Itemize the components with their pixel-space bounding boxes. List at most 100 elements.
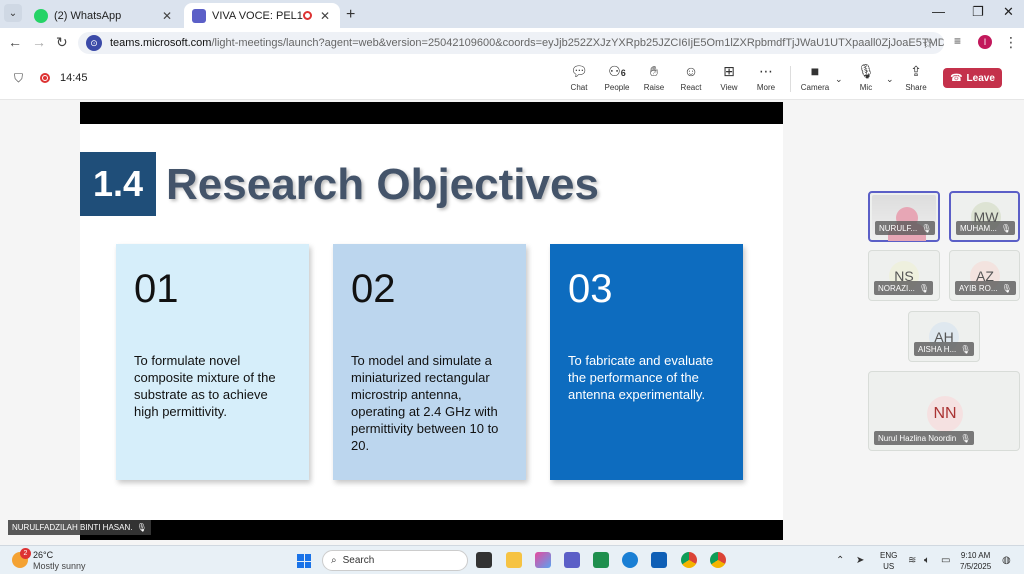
participant-tile[interactable]: NURULF... 🎙︎: [868, 191, 940, 242]
new-tab-button[interactable]: +: [346, 6, 355, 24]
tab-whatsapp[interactable]: (2) WhatsApp ✕: [26, 3, 182, 28]
chat-button[interactable]: 💬︎ Chat: [559, 62, 599, 96]
minimize-icon[interactable]: —: [932, 4, 945, 19]
objective-text: To formulate novel composite mixture of …: [134, 353, 276, 419]
participant-name: Nurul Hazlina Noordin: [878, 433, 957, 443]
objective-text: To fabricate and evaluate the performanc…: [568, 353, 714, 402]
more-label: More: [756, 83, 776, 92]
bookmark-star-icon[interactable]: ☆: [922, 36, 934, 52]
task-view-icon[interactable]: [476, 552, 492, 568]
participant-name-tag: MUHAM... 🎙︎: [956, 221, 1016, 235]
close-tab-icon[interactable]: ✕: [160, 9, 174, 23]
url-input[interactable]: ⊙ teams.microsoft.com/light-meetings/lau…: [78, 32, 944, 54]
meeting-timer: 14:45: [60, 72, 88, 84]
copilot-icon[interactable]: [535, 552, 551, 568]
leave-button[interactable]: ☎ Leave: [943, 68, 1002, 88]
mic-off-icon: 🎙︎: [857, 63, 875, 79]
close-window-icon[interactable]: ✕: [1003, 4, 1014, 20]
taskbar-clock[interactable]: 9:10 AM 7/5/2025: [960, 550, 991, 572]
slide-section-number: 1.4: [80, 152, 156, 216]
people-button[interactable]: ⚇6 People: [597, 62, 637, 96]
people-icon: ⚇6: [608, 63, 626, 79]
tab-search-icon[interactable]: ⌄: [4, 4, 22, 22]
windows-taskbar: 2 26°C Mostly sunny ⌕ Search ⌃ ➤ ENG US …: [0, 545, 1024, 574]
participant-tile[interactable]: MW MUHAM... 🎙︎: [949, 191, 1020, 242]
start-windows-icon[interactable]: [297, 554, 311, 568]
camera-options-chevron-icon[interactable]: ⌄: [835, 74, 843, 85]
tab-title: VIVA VOCE: PEL18001-NURI: [212, 9, 303, 22]
file-explorer-icon[interactable]: [506, 552, 522, 568]
participant-tile[interactable]: NS NORAZI... 🎙︎: [868, 250, 940, 301]
profile-avatar[interactable]: I: [978, 35, 992, 49]
letterbox-bottom: [80, 520, 783, 540]
tab-title: (2) WhatsApp: [54, 9, 122, 22]
reload-icon[interactable]: ↻: [56, 34, 68, 51]
participant-tile[interactable]: AH AISHA H... 🎙︎: [908, 311, 980, 362]
view-button[interactable]: ⊞ View: [709, 62, 749, 96]
chrome-icon[interactable]: [681, 552, 697, 568]
participant-name-tag: AISHA H... 🎙︎: [914, 342, 975, 356]
toolbar-divider: [790, 66, 791, 92]
wifi-icon[interactable]: ≋: [908, 555, 916, 566]
clock-time: 9:10 AM: [960, 551, 991, 560]
react-icon: ☺: [683, 63, 699, 79]
participant-tile[interactable]: NN Nurul Hazlina Noordin 🎙︎: [868, 371, 1020, 451]
objective-card-1: 01 To formulate novel composite mixture …: [116, 244, 309, 480]
react-button[interactable]: ☺ React: [671, 62, 711, 96]
objective-card-3: 03 To fabricate and evaluate the perform…: [550, 244, 743, 480]
objective-number: 02: [351, 267, 396, 311]
whatsapp-icon: [34, 8, 48, 23]
search-label: Search: [342, 555, 375, 566]
browser-menu-icon[interactable]: ⋮: [1004, 34, 1018, 51]
view-label: View: [720, 83, 738, 92]
participant-name-tag: AYIB RO... 🎙︎: [955, 281, 1016, 295]
tab-viva-voce[interactable]: VIVA VOCE: PEL18001-NURI ✕: [184, 3, 340, 28]
avatar: NN: [927, 396, 963, 432]
share-button[interactable]: ⇪ Share: [896, 62, 936, 96]
weather-condition[interactable]: Mostly sunny: [33, 561, 86, 571]
forward-icon[interactable]: →: [32, 34, 46, 50]
mic-options-chevron-icon[interactable]: ⌄: [886, 74, 894, 85]
mic-icon: 🎙︎: [918, 283, 930, 293]
letterbox-top: [80, 102, 783, 124]
objective-card-2: 02 To model and simulate a miniaturized …: [333, 244, 526, 480]
teams-taskbar-icon[interactable]: [564, 552, 580, 568]
mic-icon: 🎙︎: [921, 223, 932, 233]
more-button[interactable]: ⋯ More: [746, 62, 786, 96]
lang-region: US: [883, 562, 895, 571]
weather-temp[interactable]: 26°C: [33, 550, 53, 560]
site-info-icon[interactable]: ⊙: [86, 35, 102, 51]
notification-bell-icon[interactable]: ◍: [1002, 555, 1011, 566]
mic-button[interactable]: 🎙︎ Mic: [846, 62, 886, 96]
outlook-icon[interactable]: [651, 552, 667, 568]
language-indicator[interactable]: ENG US: [880, 550, 897, 572]
objective-number: 03: [568, 267, 613, 311]
shield-icon[interactable]: ⛉: [14, 71, 23, 86]
excel-icon[interactable]: [593, 552, 609, 568]
presenter-name-tag: NURULFADZILAH BINTI HASAN. 🎙︎: [8, 520, 151, 535]
speaker-icon[interactable]: 🔈︎: [924, 555, 930, 566]
back-icon[interactable]: ←: [8, 34, 22, 50]
participant-name-tag: NORAZI... 🎙︎: [874, 281, 934, 295]
camera-off-icon: ■: [810, 63, 820, 79]
restore-icon[interactable]: ❐: [972, 4, 984, 20]
chat-icon: 💬︎: [570, 63, 588, 79]
show-hidden-icons-icon[interactable]: ⌃: [836, 555, 844, 566]
close-tab-icon[interactable]: ✕: [318, 9, 332, 23]
more-icon: ⋯: [759, 63, 773, 79]
participant-name-tag: Nurul Hazlina Noordin 🎙︎: [874, 431, 975, 445]
weather-badge: 2: [20, 548, 31, 559]
battery-icon[interactable]: ▭: [941, 555, 950, 566]
clock-date: 7/5/2025: [960, 562, 992, 571]
participant-tile[interactable]: AZ AYIB RO... 🎙︎: [949, 250, 1020, 301]
location-icon[interactable]: ➤: [856, 555, 864, 566]
chrome-profile-icon[interactable]: [710, 552, 726, 568]
url-path: /light-meetings/launch?agent=web&version…: [211, 37, 944, 49]
raise-hand-button[interactable]: ✋︎ Raise: [634, 62, 674, 96]
recording-indicator-icon: [40, 73, 50, 83]
edge-icon[interactable]: [622, 552, 638, 568]
taskbar-search[interactable]: ⌕ Search: [322, 550, 468, 571]
search-icon: ⌕: [331, 555, 337, 566]
media-controls-icon[interactable]: ≡: [954, 34, 961, 48]
camera-button[interactable]: ■ Camera: [795, 62, 835, 96]
